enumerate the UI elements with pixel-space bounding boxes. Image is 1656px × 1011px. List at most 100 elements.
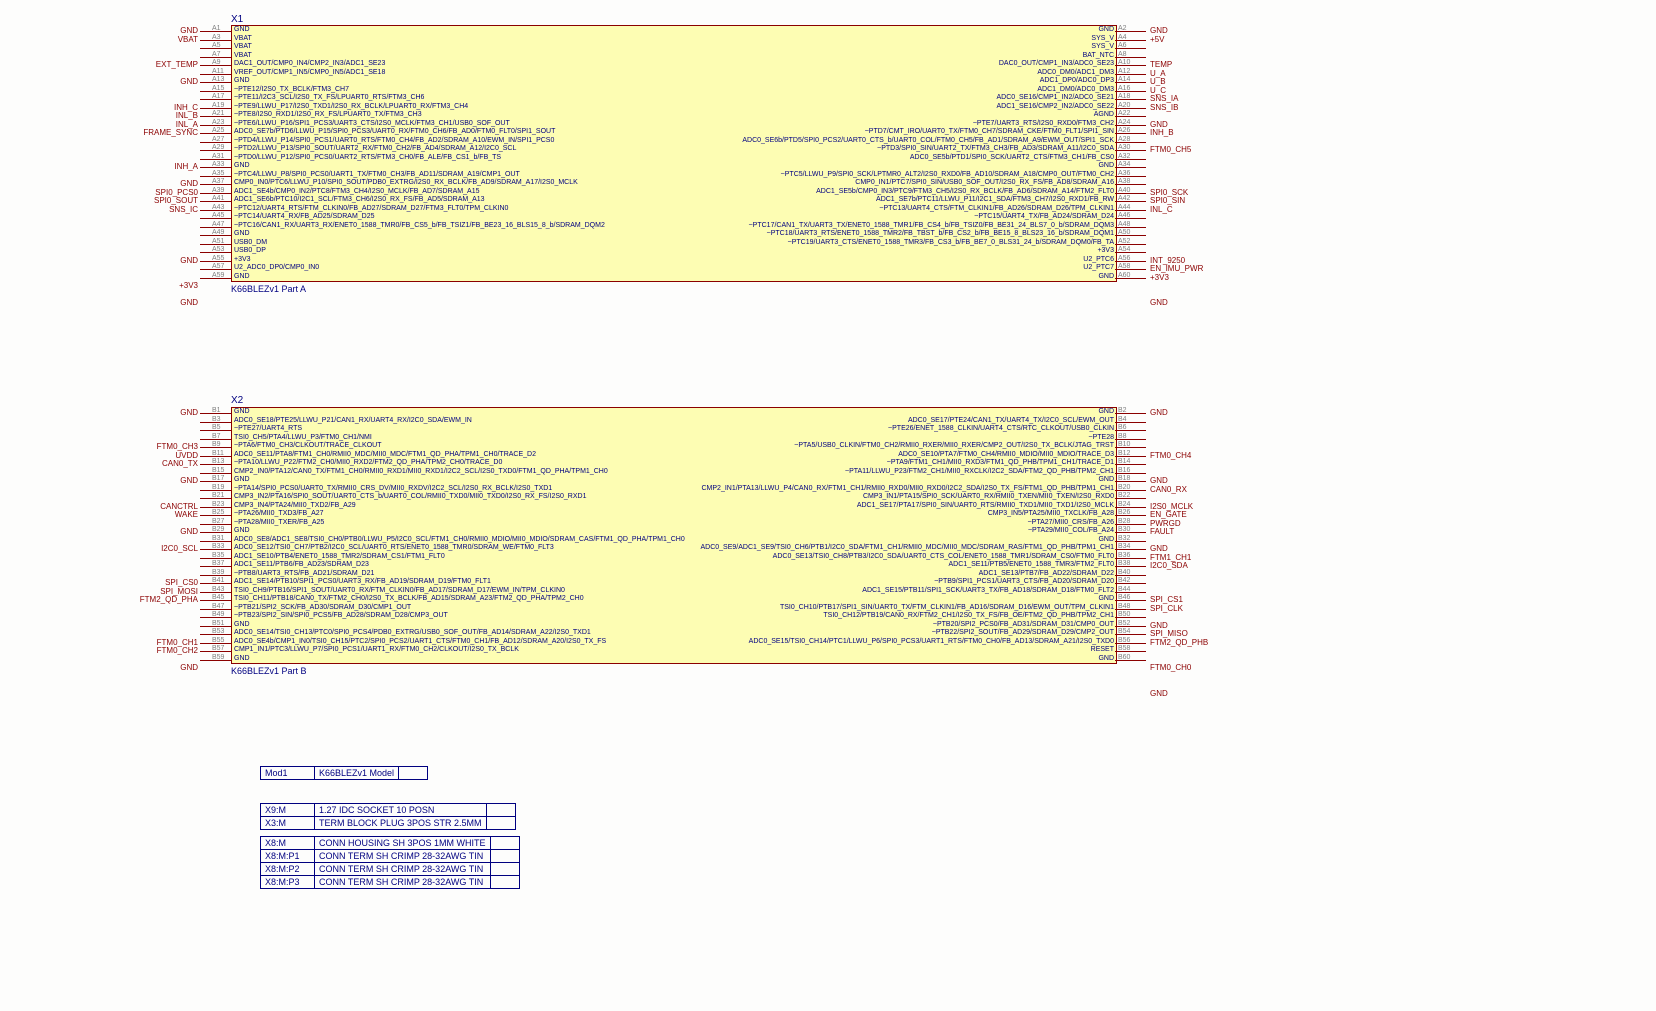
wire [1115,193,1146,194]
pin-func-right: CMP2_IN1/PTA13/LLWU_P4/CAN0_RX/FTM1_CH1/… [702,485,1115,494]
pin-func-right: SYS_V [1091,43,1114,52]
wire [200,176,231,177]
wire [1115,244,1146,245]
pin-row: ~PTE11/I2C3_SCL/I2S0_TX_FS/LPUART0_RTS/F… [232,94,1116,103]
pin-func-right: ADC0_SE6b/PTD5/SPI0_PCS2/UART0_CTS_b/UAR… [742,137,1114,146]
pin-func-right: +3V3 [1097,247,1114,256]
wire [200,150,231,151]
pin-func-right: ADC0_DM0/ADC1_DM3 [1037,69,1114,78]
pin-row: GNDGND [232,273,1116,282]
pin-row: CMP1_IN1/PTC3/LLWU_P7/SPI0_PCS1/UART1_RX… [232,646,1116,655]
pin-func-right: ~PTC18/UART3_RTS/ENET0_1588_TMR2/FB_TBST… [767,230,1114,239]
pin-row: CMP3_IN2/PTA16/SPI0_SOUT/UART0_CTS_b/UAR… [232,493,1116,502]
wire [200,643,231,644]
component-part-b: GND GND ADC0_SE18/PTE25/LLWU_P21/CAN1_RX/U… [231,407,1117,664]
wire [1115,422,1146,423]
pin-row: GNDADC1_DP0/ADC0_DP3 [232,77,1116,86]
pin-func-left: ~PTA6/FTM0_CH3/CLKOUT/TRACE_CLKOUT [234,442,382,451]
wire [1115,142,1146,143]
net-label: FAULT [1150,527,1174,536]
net-label: GND [180,77,198,86]
pin-func-left: ~PTE12/I2S0_TX_BCLK/FTM3_CH7 [234,86,349,95]
wire [1115,600,1146,601]
wire [1115,507,1146,508]
wire [200,57,231,58]
pin-row: GND~PTB20/SPI2_PCS0/FB_AD31/SDRAM_D31/CM… [232,621,1116,630]
pin-row: ADC0_SE11/PTA8/FTM1_CH0/RMII0_MDC/MII0_M… [232,451,1116,460]
pin-row: VBATSYS_V [232,35,1116,44]
bom-cell: X8:M:P3 [261,876,315,889]
wire [1115,592,1146,593]
net-label: GND [1150,408,1168,417]
bom-cell: CONN HOUSING SH 3POS 1MM WHITE [315,837,491,850]
pin-func-left: ~PTA26/MII0_TXD3/FB_A27 [234,510,324,519]
pin-func-left: ~PTE9/LLWU_P17/I2S0_TXD1/I2S0_RX_BCLK/LP… [234,103,468,112]
net-label: FTM0_CH4 [1150,451,1191,460]
wire [1115,269,1146,270]
wire [200,133,231,134]
pin-row: ~PTE8/I2S0_RXD1/I2S0_RX_FS/LPUART0_TX/FT… [232,111,1116,120]
pin-row: ~PTE6/LLWU_P16/SPI1_PCS3/UART3_CTS/I2S0_… [232,120,1116,129]
pin-func-left: ~PTD4/LLWU_P14/SPI0_PCS1/UART0_RTS/FTM0_… [234,137,554,146]
pin-row: ~PTB8/UART3_RTS/FB_AD21/SDRAM_D21ADC1_SE… [232,570,1116,579]
wire [200,515,231,516]
net-label: SNS_IB [1150,103,1178,112]
component-part-a: GNDGNDVBATSYS_VVBATSYS_VVBATBAT_NTCDAC1_… [231,25,1117,282]
wire [200,413,231,414]
pin-func-right: ~PTE26/ENET_1588_CLKIN/UART4_CTS/RTC_CLK… [888,425,1114,434]
pin-func-left: ~PTE11/I2C3_SCL/I2S0_TX_FS/LPUART0_RTS/F… [234,94,424,103]
wire [1115,541,1146,542]
wire [1115,210,1146,211]
pin-func-right: ~PTA29/MII0_COL/FB_A24 [1028,527,1114,536]
wire [1115,167,1146,168]
wire [200,498,231,499]
pin-row: ~PTA10/LLWU_P22/FTM2_CH0/MII0_RXD2/FTM2_… [232,459,1116,468]
pin-func-right: SYS_V [1091,35,1114,44]
pin-func-left: ADC0_SE7b/PTD6/LLWU_P15/SPI0_PCS3/UART0_… [234,128,555,137]
wire [200,40,231,41]
pin-func-left: GND [234,162,250,171]
refdes-x2: X2 [231,395,243,406]
pin-row: ~PTE9/LLWU_P17/I2S0_TXD1/I2S0_RX_BCLK/LP… [232,103,1116,112]
pin-func-right: ADC0_SE16/CMP1_IN2/ADC0_SE21 [996,94,1114,103]
pin-row: ~PTD0/LLWU_P12/SPI0_PCS0/UART2_RTS/FTM3_… [232,154,1116,163]
wire [200,660,231,661]
pin-func-left: GND [234,273,250,282]
wire [1115,184,1146,185]
pin-func-right: ~PTA5/USB0_CLKIN/FTM0_CH2/RMII0_RXER/MII… [794,442,1114,451]
wire [200,430,231,431]
wire [1115,532,1146,533]
wire [1115,617,1146,618]
pin-row: ADC1_SE10/PTB4/ENET0_1588_TMR2/SDRAM_CS1… [232,553,1116,562]
pin-row: ~PTA6/FTM0_CH3/CLKOUT/TRACE_CLKOUT ~PTA5/… [232,442,1116,451]
pin-func-left: ~PTA10/LLWU_P22/FTM2_CH0/MII0_RXD2/FTM2_… [234,459,502,468]
net-label: FTM2_QD_PHA [140,595,198,604]
pin-func-right: GND [1098,476,1114,485]
pin-func-left: ~PTA14/SPI0_PCS0/UART0_TX/RMII0_CRS_DV/M… [234,485,552,494]
wire [1115,464,1146,465]
pin-func-left: ADC0_SE18/PTE25/LLWU_P21/CAN1_RX/UART4_R… [234,417,472,426]
wire [200,235,231,236]
pin-row: ADC1_SE14/PTB10/SPI1_PCS0/UART3_RX/FB_AD… [232,578,1116,587]
pin-func-left: GND [234,655,250,664]
pin-func-right: ~PTC13/UART4_CTS/FTM_CLKIN1/FB_AD26/SDRA… [879,205,1114,214]
net-label: FTM2_QD_PHB [1150,638,1208,647]
wire [200,651,231,652]
wire [200,566,231,567]
wire [1115,609,1146,610]
pin-row: CMP3_IN4/PTA24/MII0_TXD2/FB_A29ADC1_SE17… [232,502,1116,511]
pin-func-left: +3V3 [234,256,251,265]
net-label: INH_A [174,162,198,171]
bom-row: X3:MTERM BLOCK PLUG 3POS STR 2.5MM [261,817,516,830]
wire [1115,235,1146,236]
wire [1115,40,1146,41]
net-label: +5V [1150,35,1164,44]
pin-func-right: ~PTB22/SPI2_SOUT/FB_AD29/SDRAM_D29/CMP2_… [932,629,1114,638]
pin-func-right: ADC1_SE17/PTA17/SPI0_SIN/UART0_RTS/RMII0… [857,502,1114,511]
pin-row: ADC0_SE8/ADC1_SE8/TSI0_CH0/PTB0/LLWU_P5/… [232,536,1116,545]
pin-func-right: ~PTB9/SPI1_PCS1/UART3_CTS/FB_AD20/SDRAM_… [934,578,1114,587]
pin-func-right: ~PTA11/LLWU_P23/FTM2_CH1/MII0_RXCLK/I2C2… [845,468,1114,477]
net-label: VBAT [178,35,198,44]
bom-cell: TERM BLOCK PLUG 3POS STR 2.5MM [315,817,487,830]
pin-func-right: ADC1_SE7b/PTC11/LLWU_P11/I2C1_SDA/FTM3_C… [876,196,1114,205]
